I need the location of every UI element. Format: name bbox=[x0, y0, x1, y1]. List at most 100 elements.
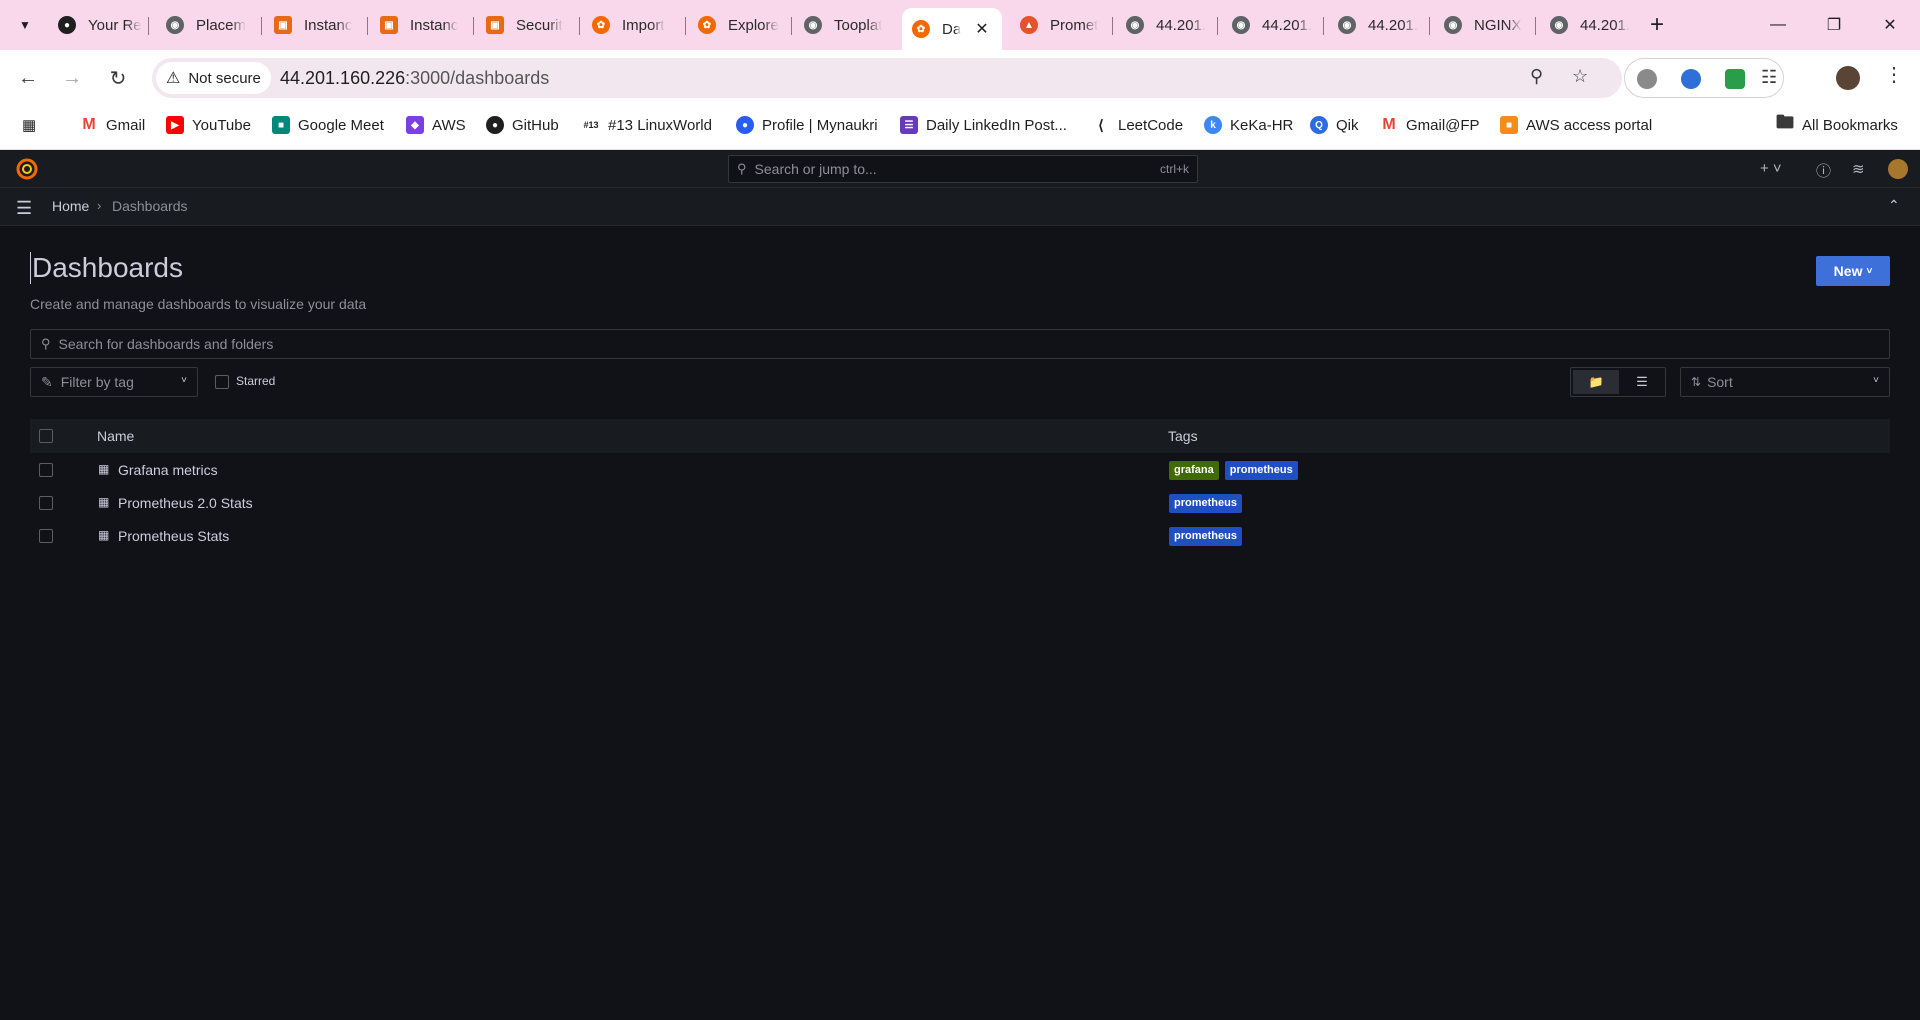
bookmark-label: KeKa-HR bbox=[1230, 116, 1294, 134]
browser-tab[interactable]: ◉ 44.201. bbox=[1116, 8, 1216, 42]
browser-tab[interactable]: ▣ Instanc bbox=[264, 8, 364, 42]
dashboard-grid-icon: ▦ bbox=[98, 528, 110, 542]
bookmark-label: GitHub bbox=[512, 116, 559, 134]
bookmark-item[interactable]: ◆ AWS bbox=[406, 116, 466, 134]
browser-tab[interactable]: ◉ Tooplat bbox=[794, 8, 894, 42]
search-icon: ⚲ bbox=[737, 161, 747, 176]
browser-tab[interactable]: ▣ Securit bbox=[476, 8, 576, 42]
browser-tab[interactable]: ◉ 44.201. bbox=[1328, 8, 1428, 42]
tab-divider bbox=[1217, 17, 1218, 35]
browser-tab[interactable]: ▣ Instanc bbox=[370, 8, 470, 42]
bookmark-item[interactable]: Q Qik bbox=[1310, 116, 1359, 134]
tag-badge[interactable]: prometheus bbox=[1224, 461, 1298, 480]
tab-divider bbox=[261, 17, 262, 35]
tab-divider bbox=[367, 17, 368, 35]
keka-icon: k bbox=[1204, 116, 1222, 134]
all-bookmarks[interactable]: 🖿 All Bookmarks bbox=[1776, 112, 1898, 134]
puzzle-icon[interactable]: ☷ bbox=[1761, 67, 1781, 87]
tag-badge[interactable]: grafana bbox=[1169, 461, 1219, 480]
dashboard-name-link[interactable]: Prometheus Stats bbox=[118, 528, 229, 544]
browser-tab-active[interactable]: ✿ Da ✕ bbox=[902, 8, 1002, 50]
help-icon[interactable]: ⓘ bbox=[1816, 160, 1831, 181]
aws-cube-icon: ■ bbox=[1500, 116, 1518, 134]
table-row[interactable]: ▦ Prometheus Stats prometheus bbox=[30, 520, 1890, 553]
url-text[interactable]: 44.201.160.226:3000/dashboards bbox=[280, 68, 549, 89]
dashboard-name-link[interactable]: Prometheus 2.0 Stats bbox=[118, 495, 253, 511]
browser-tab[interactable]: ◉ NGINX bbox=[1434, 8, 1534, 42]
tab-divider bbox=[1535, 17, 1536, 35]
select-all-checkbox[interactable] bbox=[39, 429, 53, 443]
browser-tab[interactable]: ◉ 44.201. bbox=[1222, 8, 1322, 42]
browser-tab[interactable]: ✿ Import bbox=[582, 8, 682, 42]
sort-select[interactable]: ⇅ Sort ˅ bbox=[1680, 367, 1890, 397]
bookmark-item[interactable]: #13 #13 LinuxWorld bbox=[582, 116, 711, 134]
page-title: Dashboards bbox=[30, 252, 183, 284]
row-checkbox[interactable] bbox=[39, 463, 53, 477]
row-checkbox[interactable] bbox=[39, 496, 53, 510]
filter-by-tag-select[interactable]: ✎ Filter by tag ˅ bbox=[30, 367, 198, 397]
reload-icon[interactable]: ↻ bbox=[104, 64, 132, 92]
browser-tab[interactable]: ✿ Explore bbox=[688, 8, 788, 42]
bookmark-label: YouTube bbox=[192, 116, 251, 134]
minimize-icon[interactable]: — bbox=[1758, 10, 1798, 40]
add-plus-icon[interactable]: + ˅ bbox=[1760, 160, 1782, 177]
extension-icon[interactable] bbox=[1637, 69, 1657, 89]
bookmark-item[interactable]: M Gmail@FP bbox=[1380, 116, 1479, 134]
news-feed-icon[interactable]: ≋ bbox=[1852, 160, 1865, 178]
starred-label[interactable]: Starred bbox=[236, 374, 275, 388]
address-bar[interactable]: ⚠ Not secure 44.201.160.226:3000/dashboa… bbox=[152, 58, 1622, 98]
url-path: :3000/dashboards bbox=[405, 68, 550, 88]
browser-tab[interactable]: ▲ Promet bbox=[1010, 8, 1110, 42]
menu-hamburger-icon[interactable]: ☰ bbox=[16, 198, 32, 219]
chevron-down-icon: ˅ bbox=[181, 375, 187, 386]
close-icon[interactable]: ✕ bbox=[975, 19, 988, 39]
bookmark-item[interactable]: M Gmail bbox=[80, 116, 145, 134]
table-header: Name Tags bbox=[30, 419, 1890, 453]
back-arrow-icon[interactable]: ← bbox=[14, 64, 42, 92]
tab-search-chevron-icon[interactable]: ▼ bbox=[12, 12, 38, 38]
new-button[interactable]: New ˅ bbox=[1816, 256, 1890, 286]
profile-avatar[interactable] bbox=[1836, 66, 1860, 90]
bookmark-item[interactable]: ■ Google Meet bbox=[272, 116, 384, 134]
kebab-menu-icon[interactable]: ⋮ bbox=[1884, 62, 1904, 87]
grafana-logo-icon[interactable] bbox=[16, 158, 38, 180]
bookmark-item[interactable]: ■ AWS access portal bbox=[1500, 116, 1652, 134]
starred-checkbox[interactable] bbox=[215, 375, 229, 389]
bookmark-item[interactable]: ⟨ LeetCode bbox=[1092, 116, 1183, 134]
table-row[interactable]: ▦ Grafana metrics grafana prometheus bbox=[30, 454, 1890, 487]
chevron-up-icon[interactable]: ⌃ bbox=[1888, 197, 1900, 214]
global-search-input[interactable]: ⚲ Search or jump to... ctrl+k bbox=[728, 155, 1198, 183]
user-avatar[interactable] bbox=[1888, 159, 1908, 179]
table-row[interactable]: ▦ Prometheus 2.0 Stats prometheus bbox=[30, 487, 1890, 520]
row-checkbox[interactable] bbox=[39, 529, 53, 543]
bookmark-star-icon[interactable]: ☆ bbox=[1572, 66, 1588, 87]
dashboard-name-link[interactable]: Grafana metrics bbox=[118, 462, 218, 478]
forward-arrow-icon[interactable]: → bbox=[58, 64, 86, 92]
dashboard-search-input[interactable]: ⚲ Search for dashboards and folders bbox=[30, 329, 1890, 359]
list-view-icon[interactable]: ☰ bbox=[1619, 370, 1665, 394]
bookmark-item[interactable]: ● GitHub bbox=[486, 116, 559, 134]
browser-tab[interactable]: ● Your Re bbox=[48, 8, 148, 42]
tag-badge[interactable]: prometheus bbox=[1169, 494, 1242, 513]
breadcrumb-home[interactable]: Home bbox=[52, 198, 89, 214]
bookmark-item[interactable]: ▶ YouTube bbox=[166, 116, 251, 134]
browser-tab[interactable]: ◉ 44.201. bbox=[1540, 8, 1640, 42]
folder-view-icon[interactable]: 📁 bbox=[1573, 370, 1619, 394]
breadcrumb-chevron-icon: › bbox=[97, 198, 102, 213]
zoom-icon[interactable]: ⚲ bbox=[1530, 66, 1543, 87]
bookmark-item[interactable]: ☰ Daily LinkedIn Post... bbox=[900, 116, 1067, 134]
extension-icon[interactable] bbox=[1681, 69, 1701, 89]
apps-grid-icon[interactable]: ▦ bbox=[22, 116, 36, 134]
tab-label: Tooplat bbox=[834, 16, 883, 34]
security-chip[interactable]: ⚠ Not secure bbox=[156, 62, 271, 94]
folder-icon: 🖿 bbox=[1776, 112, 1794, 132]
browser-tab[interactable]: ◉ Placem bbox=[156, 8, 256, 42]
bookmark-item[interactable]: ● Profile | Mynaukri bbox=[736, 116, 878, 134]
new-tab-plus-icon[interactable]: + bbox=[1650, 12, 1664, 38]
tag-badge[interactable]: prometheus bbox=[1169, 527, 1242, 546]
bookmark-item[interactable]: k KeKa-HR bbox=[1204, 116, 1293, 134]
window-close-icon[interactable]: ✕ bbox=[1870, 10, 1910, 40]
row-tags: prometheus bbox=[1169, 527, 1242, 546]
extension-icon[interactable] bbox=[1725, 69, 1745, 89]
restore-icon[interactable]: ❐ bbox=[1814, 10, 1854, 40]
